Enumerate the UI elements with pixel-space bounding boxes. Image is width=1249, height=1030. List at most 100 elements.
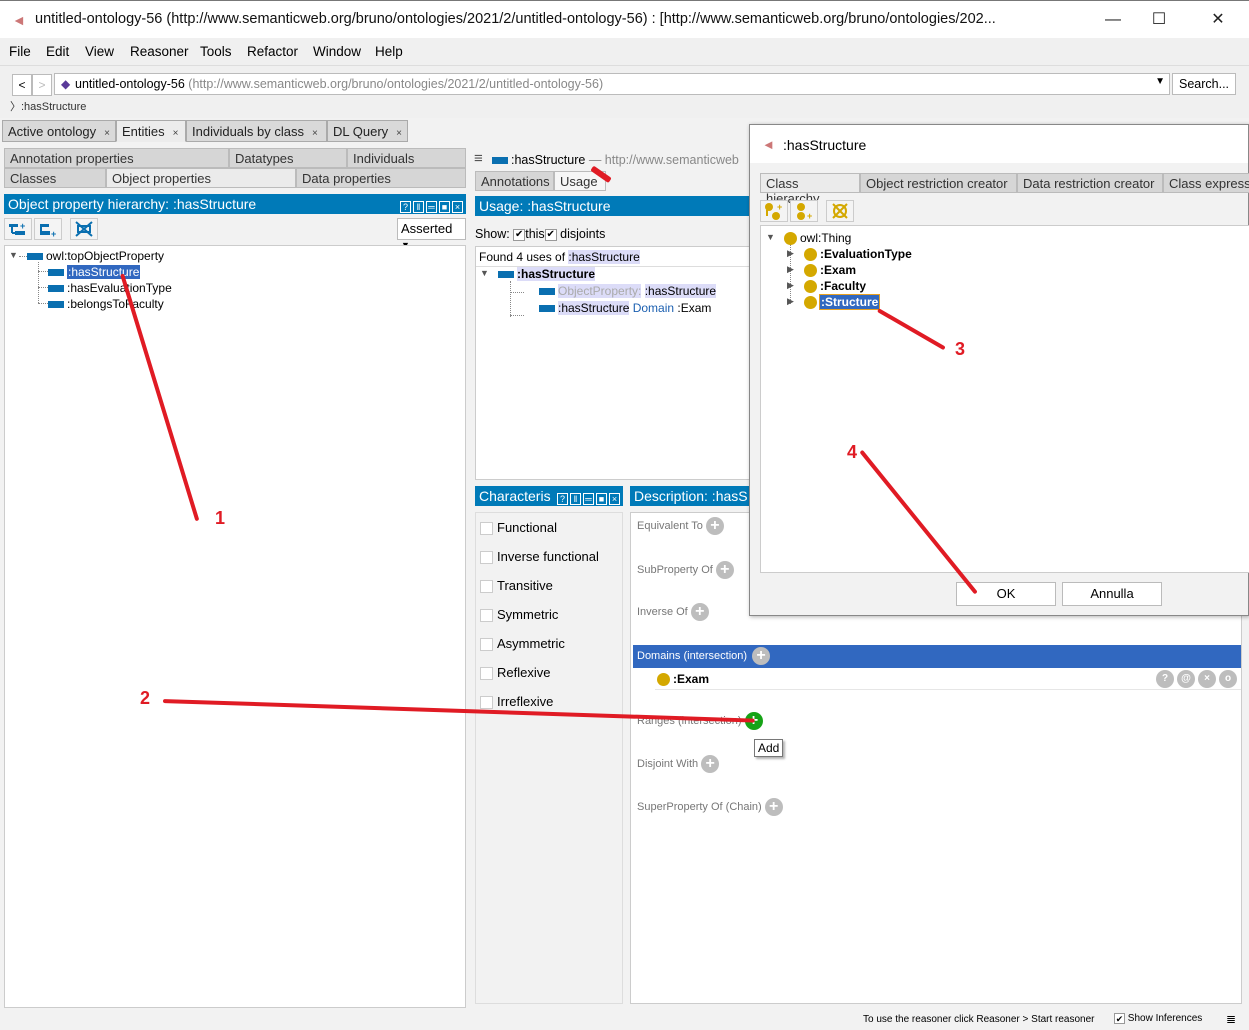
add-subclass-button[interactable]: + bbox=[760, 200, 788, 222]
menu-hamburger-icon[interactable]: ≡ bbox=[474, 150, 483, 167]
menu-edit[interactable]: Edit bbox=[46, 44, 69, 59]
back-button[interactable]: < bbox=[12, 74, 32, 96]
tree-node-belongs-to-faculty[interactable]: :belongsToFaculty bbox=[48, 297, 164, 311]
expand-triangle-icon[interactable]: ▼ bbox=[766, 232, 775, 242]
expand-triangle-icon[interactable]: ▶ bbox=[787, 264, 794, 275]
split-vertical-icon[interactable]: ‖ bbox=[570, 493, 581, 505]
svg-text:+: + bbox=[807, 211, 812, 221]
tab-active-ontology[interactable]: Active ontology × bbox=[2, 120, 116, 142]
tab-dl-query[interactable]: DL Query × bbox=[327, 120, 408, 142]
expand-triangle-icon[interactable]: ▶ bbox=[787, 280, 794, 291]
characteristics-header: Characteris ? ‖ ═ ■ × bbox=[475, 486, 623, 506]
usage-root-node[interactable]: :hasStructure bbox=[498, 267, 596, 281]
float-icon[interactable]: ■ bbox=[596, 493, 607, 505]
add-subproperty-button[interactable]: + bbox=[715, 561, 734, 579]
tree-node-evaluation-type[interactable]: :EvaluationType bbox=[804, 247, 912, 262]
expand-triangle-icon[interactable]: ▶ bbox=[787, 248, 794, 259]
minimize-button[interactable]: — bbox=[1090, 7, 1136, 33]
domain-row-exam[interactable]: :Exam ? @ × o bbox=[655, 670, 1241, 690]
close-tab-icon[interactable]: × bbox=[312, 128, 318, 139]
tab-individuals[interactable]: Individuals bbox=[347, 148, 466, 168]
add-sibling-property-button[interactable]: + bbox=[34, 218, 62, 240]
help-icon[interactable]: ? bbox=[400, 201, 411, 213]
close-view-icon[interactable]: × bbox=[609, 493, 620, 505]
delete-property-button[interactable] bbox=[70, 218, 98, 240]
close-tab-icon[interactable]: × bbox=[396, 128, 402, 139]
tree-node-top-object-property[interactable]: owl:topObjectProperty bbox=[27, 249, 164, 263]
close-button[interactable]: ✕ bbox=[1195, 7, 1241, 33]
add-sub-property-button[interactable]: + bbox=[4, 218, 32, 240]
menu-reasoner[interactable]: Reasoner bbox=[130, 44, 189, 59]
split-horizontal-icon[interactable]: ═ bbox=[583, 493, 594, 505]
tab-data-properties[interactable]: Data properties bbox=[296, 168, 466, 188]
log-icon[interactable]: ≣ bbox=[1226, 1012, 1236, 1026]
expand-triangle-icon[interactable]: ▼ bbox=[9, 250, 18, 260]
add-sibling-class-button[interactable]: + bbox=[790, 200, 818, 222]
usage-row-domain[interactable]: :hasStructure Domain :Exam bbox=[539, 301, 711, 315]
tree-node-owl-thing[interactable]: owl:Thing bbox=[784, 231, 851, 246]
reflexive-checkbox[interactable]: Reflexive bbox=[480, 665, 550, 681]
edit-icon[interactable]: o bbox=[1219, 670, 1237, 688]
split-vertical-icon[interactable]: ‖ bbox=[413, 201, 424, 213]
add-domain-button[interactable]: + bbox=[752, 647, 770, 665]
help-icon[interactable]: ? bbox=[557, 493, 568, 505]
expand-triangle-icon[interactable]: ▼ bbox=[480, 268, 489, 278]
maximize-button[interactable]: ☐ bbox=[1136, 7, 1182, 33]
annotate-icon[interactable]: @ bbox=[1177, 670, 1195, 688]
add-equivalent-button[interactable]: + bbox=[705, 517, 724, 535]
ontology-selector[interactable]: ◆ untitled-ontology-56 (http://www.seman… bbox=[54, 73, 1170, 95]
irreflexive-checkbox[interactable]: Irreflexive bbox=[480, 694, 553, 710]
this-checkbox[interactable]: ✔ bbox=[513, 228, 526, 241]
tab-data-restriction-creator[interactable]: Data restriction creator bbox=[1017, 173, 1163, 193]
close-view-icon[interactable]: × bbox=[452, 201, 463, 213]
forward-button[interactable]: > bbox=[32, 74, 52, 96]
functional-checkbox[interactable]: Functional bbox=[480, 520, 557, 536]
breadcrumb[interactable]: :hasStructure bbox=[21, 101, 86, 113]
inverse-functional-checkbox[interactable]: Inverse functional bbox=[480, 549, 599, 565]
tab-entities[interactable]: Entities × bbox=[116, 120, 186, 142]
tree-node-has-evaluation-type[interactable]: :hasEvaluationType bbox=[48, 281, 172, 295]
menu-file[interactable]: File bbox=[9, 44, 31, 59]
add-chain-button[interactable]: + bbox=[764, 798, 783, 816]
tab-individuals-by-class[interactable]: Individuals by class × bbox=[186, 120, 327, 142]
tab-datatypes[interactable]: Datatypes bbox=[229, 148, 347, 168]
asserted-dropdown[interactable]: Asserted ▼ bbox=[397, 218, 466, 250]
tab-class-hierarchy[interactable]: Class hierarchy bbox=[760, 173, 860, 206]
disjoints-checkbox[interactable]: ✔ bbox=[544, 228, 557, 241]
tab-annotations[interactable]: Annotations bbox=[475, 171, 554, 191]
delete-class-button[interactable] bbox=[826, 200, 854, 222]
explain-icon[interactable]: ? bbox=[1156, 670, 1174, 688]
float-icon[interactable]: ■ bbox=[439, 201, 450, 213]
menu-view[interactable]: View bbox=[85, 44, 114, 59]
cancel-button[interactable]: Annulla bbox=[1062, 582, 1162, 606]
tree-node-structure[interactable]: :Structure bbox=[804, 294, 881, 310]
show-inferences-checkbox[interactable]: ✔ bbox=[1114, 1013, 1125, 1024]
add-inverse-button[interactable]: + bbox=[690, 603, 709, 621]
asymmetric-checkbox[interactable]: Asymmetric bbox=[480, 636, 565, 652]
expand-triangle-icon[interactable]: ▶ bbox=[787, 296, 794, 307]
search-button[interactable]: Search... bbox=[1172, 73, 1236, 95]
menu-help[interactable]: Help bbox=[375, 44, 403, 59]
tab-annotation-properties[interactable]: Annotation properties bbox=[4, 148, 229, 168]
add-disjoint-button[interactable]: + bbox=[701, 755, 720, 773]
tab-object-properties[interactable]: Object properties bbox=[106, 168, 296, 188]
usage-header: Usage: :hasStructure bbox=[475, 196, 750, 216]
class-icon bbox=[804, 280, 817, 294]
tab-object-restriction-creator[interactable]: Object restriction creator bbox=[860, 173, 1017, 193]
menu-window[interactable]: Window bbox=[313, 44, 361, 59]
dropdown-arrow-icon[interactable]: ▼ bbox=[1155, 76, 1165, 87]
tab-classes[interactable]: Classes bbox=[4, 168, 106, 188]
close-tab-icon[interactable]: × bbox=[104, 128, 110, 139]
split-horizontal-icon[interactable]: ═ bbox=[426, 201, 437, 213]
tree-node-has-structure[interactable]: :hasStructure bbox=[48, 265, 141, 279]
symmetric-checkbox[interactable]: Symmetric bbox=[480, 607, 558, 623]
menu-tools[interactable]: Tools bbox=[200, 44, 232, 59]
close-tab-icon[interactable]: × bbox=[173, 128, 179, 139]
transitive-checkbox[interactable]: Transitive bbox=[480, 578, 553, 594]
usage-row-declaration[interactable]: ObjectProperty: :hasStructure bbox=[539, 284, 717, 298]
tree-node-faculty[interactable]: :Faculty bbox=[804, 279, 866, 294]
menu-refactor[interactable]: Refactor bbox=[247, 44, 298, 59]
tab-class-expression[interactable]: Class express bbox=[1163, 173, 1249, 193]
tree-node-exam[interactable]: :Exam bbox=[804, 263, 856, 278]
delete-icon[interactable]: × bbox=[1198, 670, 1216, 688]
